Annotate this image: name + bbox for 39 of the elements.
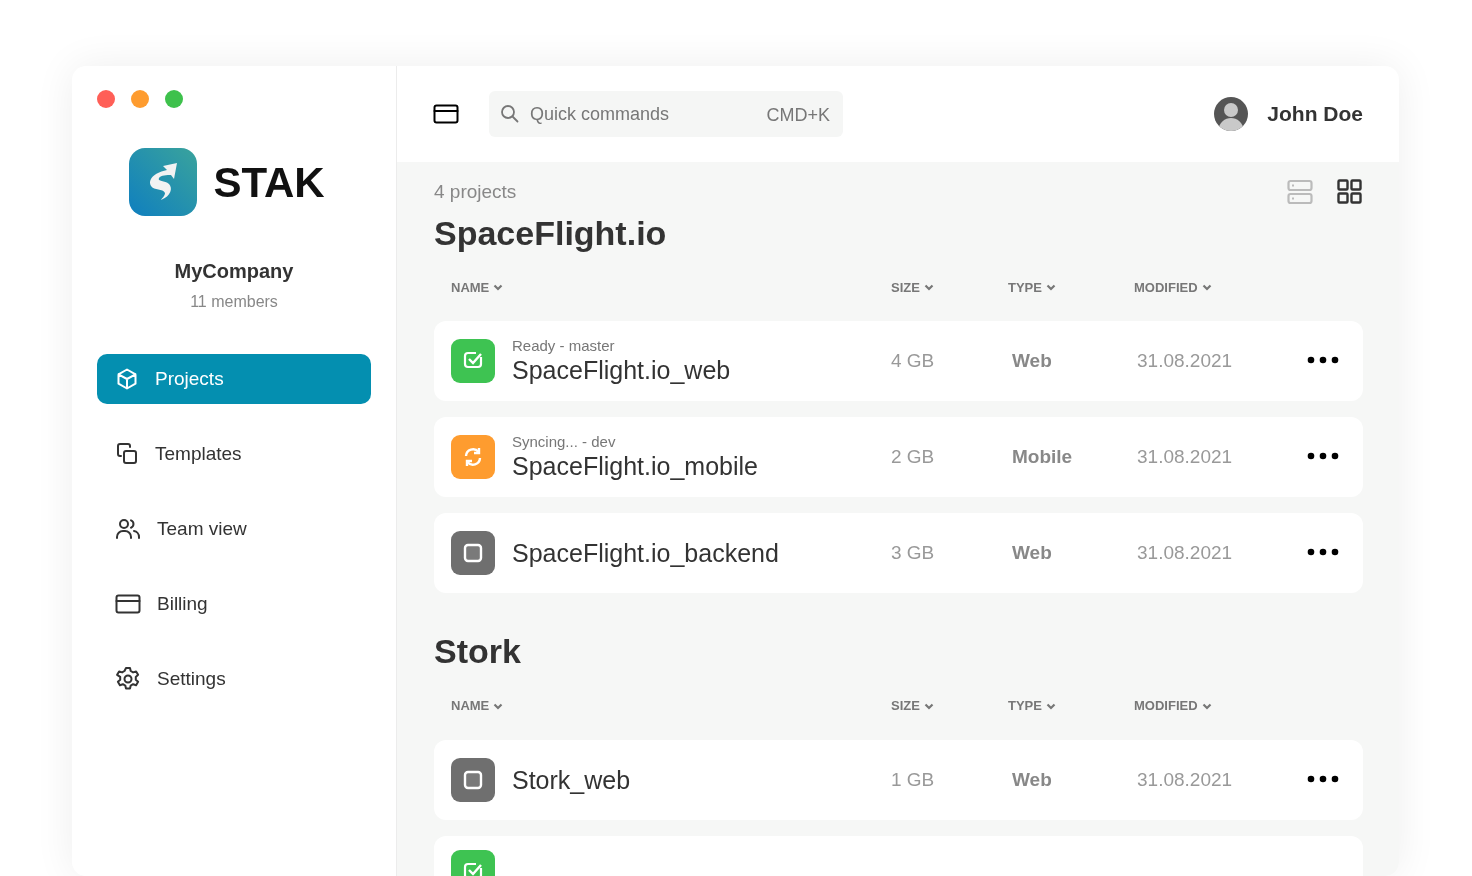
size-cell-text: 2 GB xyxy=(891,445,936,470)
nav-item[interactable]: Projects xyxy=(97,354,371,404)
brand-name: STAK xyxy=(213,157,325,208)
modified-cell-text: 31.08.2021 xyxy=(1136,767,1234,792)
project-name[interactable]: Stork_web xyxy=(512,765,631,796)
sort-header[interactable]: TYPE xyxy=(1008,696,1056,716)
status-text: Syncing... - dev xyxy=(512,434,617,451)
project-name[interactable]: SpaceFlight.io_backend xyxy=(512,538,779,569)
project-count: 4 projects xyxy=(434,180,517,204)
size-cell-text: 3 GB xyxy=(891,541,936,566)
group-title: Stork xyxy=(434,631,522,673)
size-cell-text: 4 GB xyxy=(891,349,936,374)
sort-header[interactable]: MODIFIED xyxy=(1134,696,1212,716)
user-name[interactable]: John Doe xyxy=(1267,98,1363,130)
sort-header[interactable]: TYPE xyxy=(1008,277,1056,298)
type-cell-text: Web xyxy=(1011,541,1053,566)
member-count: 11 members xyxy=(189,292,279,312)
nav-item[interactable]: Settings xyxy=(97,654,371,704)
company-name: MyCompany xyxy=(173,259,295,284)
sort-header[interactable]: SIZE xyxy=(891,696,934,716)
project-name[interactable]: SpaceFlight.io_web xyxy=(512,354,731,385)
sort-header[interactable]: MODIFIED xyxy=(1134,277,1212,298)
project-name[interactable]: SpaceFlight.io_mobile xyxy=(512,450,758,481)
nav-item[interactable]: Team view xyxy=(97,504,371,554)
group-title: SpaceFlight.io xyxy=(434,212,668,254)
size-cell-text: 1 GB xyxy=(891,767,936,792)
sort-header[interactable]: NAME xyxy=(451,696,504,716)
status-text: Ready - master xyxy=(512,338,616,355)
modified-cell-text: 31.08.2021 xyxy=(1136,349,1234,374)
type-cell-text: Mobile xyxy=(1011,445,1074,470)
sort-header[interactable]: SIZE xyxy=(891,277,934,298)
modified-cell-text: 31.08.2021 xyxy=(1136,541,1234,566)
nav-item[interactable]: Billing xyxy=(97,579,371,629)
type-cell-text: Web xyxy=(1011,349,1053,374)
shortcut-hint: CMD+K xyxy=(766,104,830,127)
sort-header[interactable]: NAME xyxy=(451,277,504,298)
modified-cell-text: 31.08.2021 xyxy=(1136,445,1234,470)
nav-item[interactable]: Templates xyxy=(97,429,371,479)
type-cell-text: Web xyxy=(1011,767,1053,792)
